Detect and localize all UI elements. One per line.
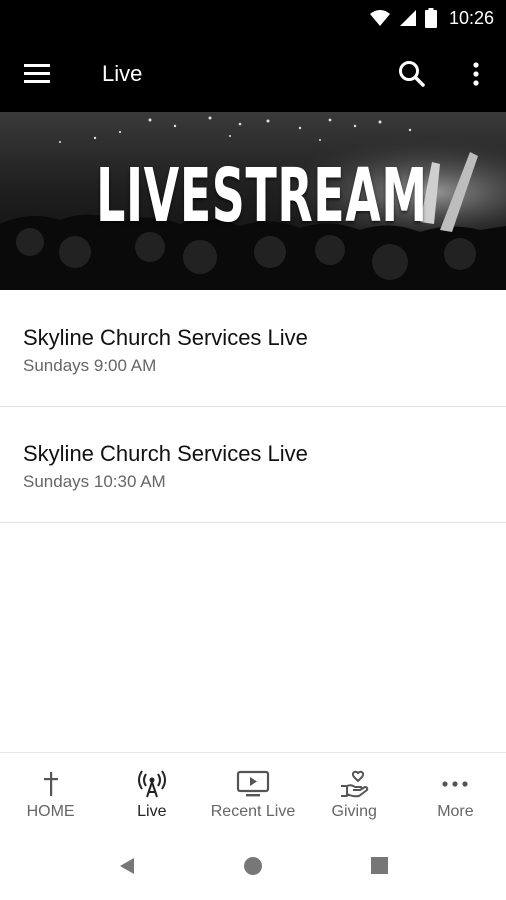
home-button[interactable] — [243, 856, 263, 881]
system-navigation-bar — [0, 832, 506, 900]
service-title: Skyline Church Services Live — [23, 441, 308, 466]
nav-item-recent-live[interactable]: Recent Live — [202, 753, 303, 833]
search-button[interactable] — [396, 58, 428, 90]
hand-heart-icon — [341, 770, 369, 798]
service-time: Sundays 10:30 AM — [23, 472, 166, 491]
list-item[interactable]: Skyline Church Services Live Sundays 9:0… — [0, 291, 506, 407]
battery-icon — [424, 8, 437, 28]
page-title: Live — [102, 61, 143, 86]
list-item[interactable]: Skyline Church Services Live Sundays 10:… — [0, 407, 506, 523]
more-vert-icon — [473, 62, 479, 86]
status-bar: 10:26 — [0, 0, 506, 36]
back-button[interactable] — [117, 856, 137, 881]
overflow-menu-button[interactable] — [464, 58, 488, 90]
nav-item-giving[interactable]: Giving — [304, 753, 405, 833]
broadcast-icon — [137, 770, 166, 798]
hero-title: LIVESTREAM — [96, 153, 428, 239]
back-triangle-icon — [120, 858, 134, 874]
cross-icon — [43, 772, 58, 796]
more-dots-icon — [442, 781, 469, 787]
nav-item-live[interactable]: Live — [101, 753, 202, 833]
livestream-banner: LIVESTREAM — [0, 112, 506, 290]
nav-label: Live — [137, 803, 167, 820]
recents-square-icon — [371, 857, 388, 874]
app-bar: Live — [0, 36, 506, 112]
recents-button[interactable] — [370, 856, 390, 881]
bottom-navigation: HOME Live Recent Live Giving More — [0, 752, 506, 833]
search-icon — [399, 61, 425, 87]
status-time: 10:26 — [448, 7, 494, 28]
home-circle-icon — [244, 857, 262, 875]
nav-item-more[interactable]: More — [405, 753, 506, 833]
status-icons: 10:26 — [369, 0, 494, 36]
nav-item-home[interactable]: HOME — [0, 753, 101, 833]
nav-label: HOME — [26, 803, 75, 820]
nav-label: More — [437, 803, 474, 820]
service-title: Skyline Church Services Live — [23, 325, 308, 350]
menu-button[interactable] — [22, 60, 54, 88]
signal-icon — [399, 10, 416, 26]
service-time: Sundays 9:00 AM — [23, 356, 157, 375]
tv-play-icon — [236, 770, 270, 797]
hamburger-menu-icon — [24, 64, 50, 83]
nav-label: Recent Live — [210, 803, 296, 820]
wifi-icon — [369, 10, 390, 26]
nav-label: Giving — [331, 803, 377, 820]
